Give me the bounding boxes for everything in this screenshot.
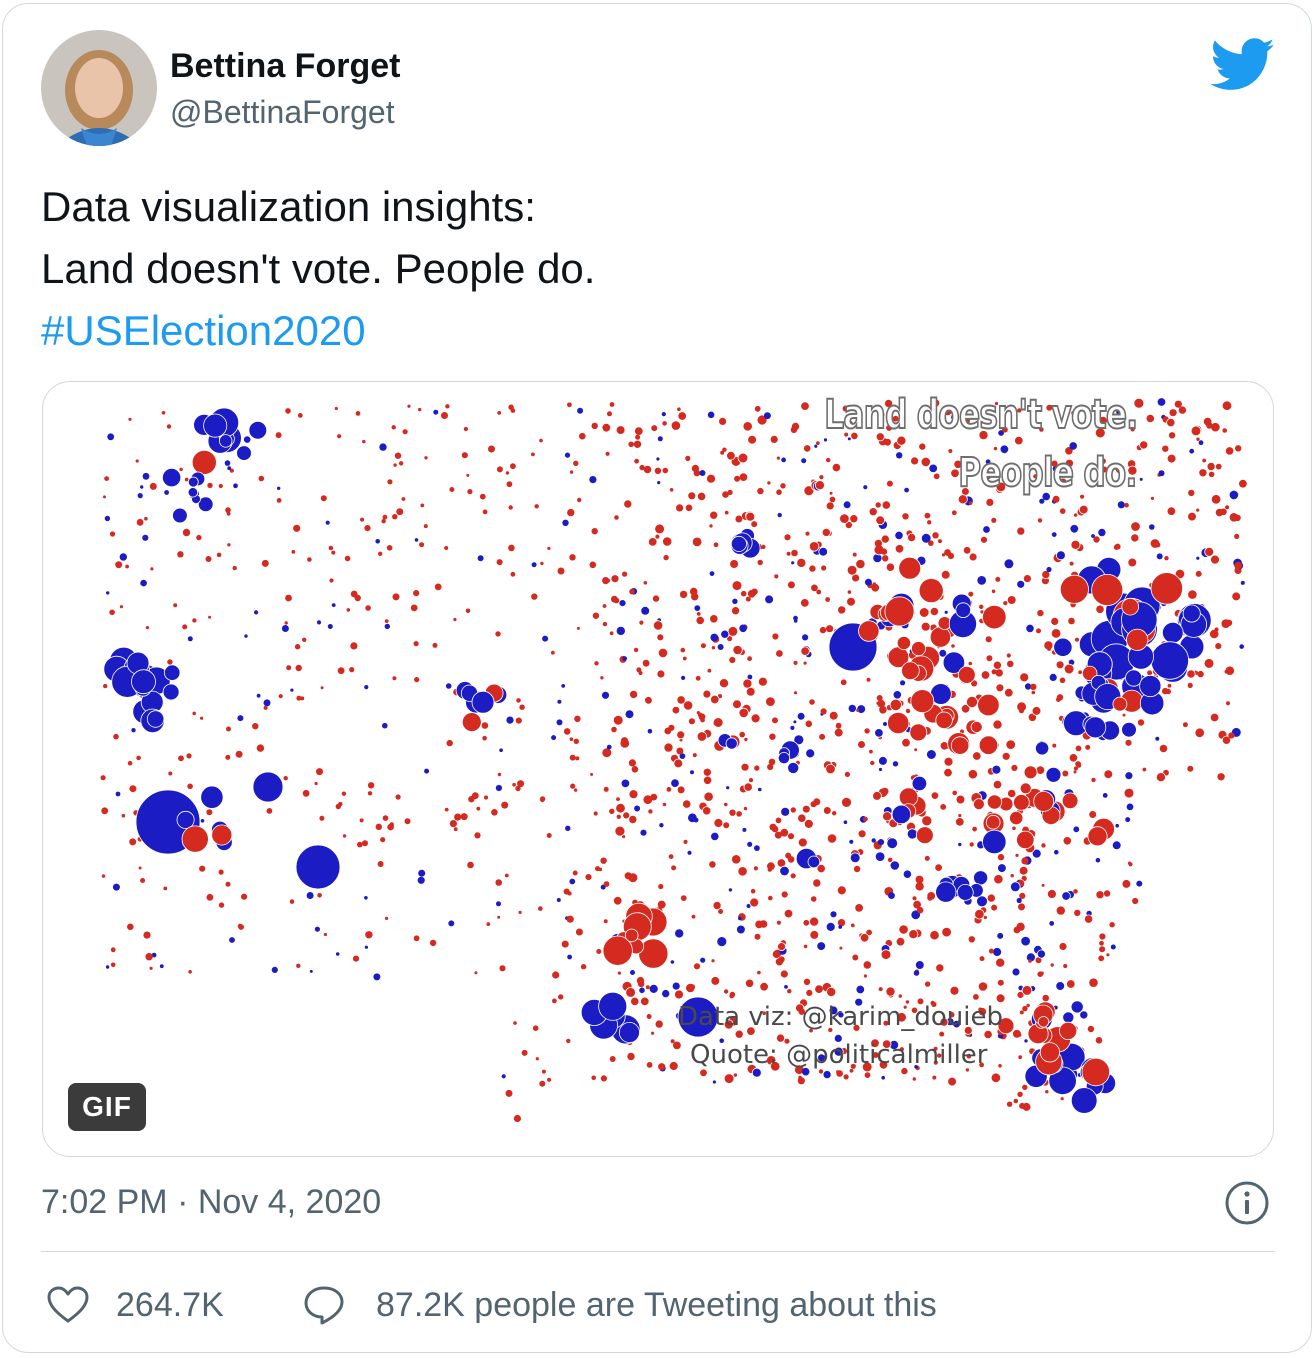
- us-election-dot-map: [100, 397, 1247, 1123]
- like-count[interactable]: 264.7K: [116, 1283, 224, 1327]
- gif-quote-line-1: Land doesn't vote.: [823, 391, 1138, 439]
- tweet-text: Data visualization insights: Land doesn'…: [41, 176, 595, 362]
- tweet-line-2: Land doesn't vote. People do.: [41, 245, 596, 292]
- speech-bubble-icon[interactable]: [302, 1284, 346, 1326]
- author-handle[interactable]: @BettinaForget: [170, 92, 395, 132]
- media-gif[interactable]: Land doesn't vote. People do.: [42, 381, 1274, 1157]
- hashtag-link[interactable]: #USElection2020: [41, 300, 595, 362]
- heart-icon[interactable]: [46, 1285, 90, 1325]
- tweet-line-1: Data visualization insights:: [41, 183, 536, 230]
- gif-badge: GIF: [68, 1083, 146, 1131]
- twitter-bird-icon[interactable]: [1210, 38, 1276, 92]
- conversation-link[interactable]: 87.2K people are Tweeting about this: [376, 1283, 937, 1327]
- info-icon[interactable]: [1224, 1180, 1270, 1226]
- tweet-timestamp[interactable]: 7:02 PM · Nov 4, 2020: [41, 1180, 381, 1224]
- credit-quote: Quote: @politicalmiller: [690, 1040, 988, 1070]
- credit-data-viz: Data viz: @karim_douieb: [678, 1002, 1004, 1032]
- divider: [41, 1251, 1275, 1252]
- author-avatar[interactable]: [41, 30, 157, 146]
- author-name[interactable]: Bettina Forget: [170, 46, 400, 86]
- gif-quote-line-2: People do.: [958, 449, 1139, 497]
